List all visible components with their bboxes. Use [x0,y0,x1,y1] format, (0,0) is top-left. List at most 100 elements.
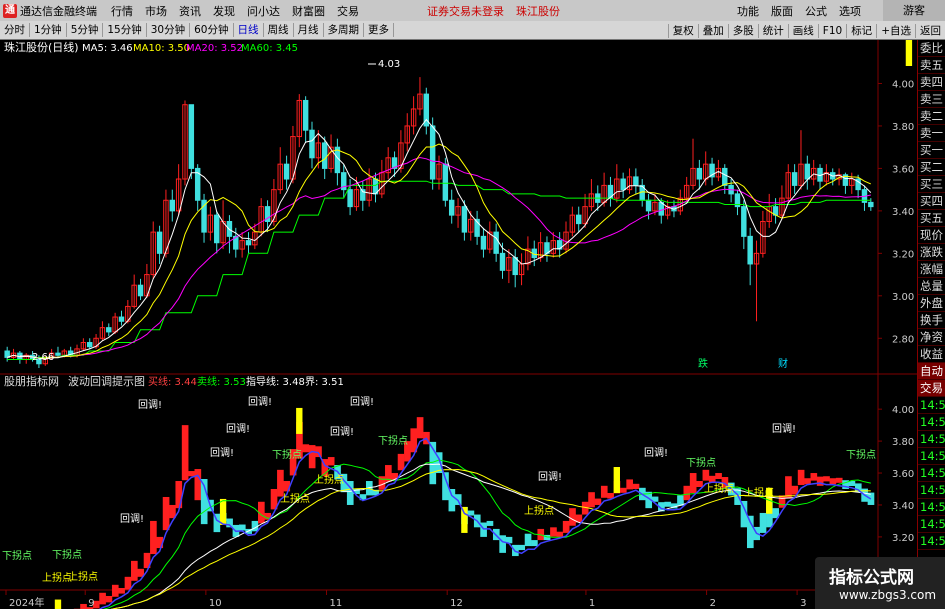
panel-change-pct[interactable]: 涨幅 [918,261,945,278]
callback-label: 回调! [226,423,250,435]
period-30min[interactable]: 30分钟 [147,23,191,37]
menu-trade[interactable]: 交易 [331,3,365,19]
main-ytick-label: 3.60 [892,164,914,175]
indicator-block [416,417,424,439]
site-watermark: 指标公式网 www.zbgs3.com [815,557,945,609]
panel-earnings[interactable]: 收益 [918,346,945,363]
indicator-block [816,476,824,486]
panel-bid4[interactable]: 买四 [918,193,945,210]
panel-turnover[interactable]: 换手 [918,312,945,329]
menu-quotes[interactable]: 行情 [105,3,139,19]
app-logo-icon: 通 [3,3,17,18]
panel-volume[interactable]: 总量 [918,278,945,295]
indicator-block [124,576,132,590]
event-marker-drop[interactable]: 跌 [698,357,708,370]
menu-market[interactable]: 市场 [139,3,173,19]
panel-bid1[interactable]: 买一 [918,142,945,159]
overlay-button[interactable]: 叠加 [697,23,728,38]
panel-time-9: 14:56 [918,533,945,550]
event-marker-finance[interactable]: 财 [778,357,788,370]
panel-ask4[interactable]: 卖四 [918,74,945,91]
panel-change[interactable]: 涨跌 [918,244,945,261]
high-price-label: 4.03 [378,59,400,70]
candle-body [722,167,728,186]
period-weekly[interactable]: 周线 [264,23,294,37]
mark-button[interactable]: 标记 [846,23,876,38]
adjust-button[interactable]: 复权 [667,23,698,38]
statistics-button[interactable]: 统计 [757,23,788,38]
candle-body [575,214,582,225]
draw-line-button[interactable]: 画线 [787,23,818,38]
indicator-block [550,527,557,537]
login-notice[interactable]: 证券交易未登录 [421,3,510,19]
panel-bid2[interactable]: 买二 [918,159,945,176]
menu-formula[interactable]: 公式 [799,3,833,19]
xtick-label: 9 [88,598,94,609]
signal-block [219,498,227,525]
menu-wealth[interactable]: 财富圈 [286,3,331,19]
indicator-block [588,492,595,508]
candle-body [55,352,61,356]
candle-body [106,327,112,333]
panel-outer[interactable]: 外盘 [918,295,945,312]
candle-body [347,189,353,208]
panel-bid3[interactable]: 买三 [918,176,945,193]
candle-body [868,201,874,208]
panel-bid5[interactable]: 买五 [918,210,945,227]
panel-ask3[interactable]: 卖三 [918,91,945,108]
guide-line [110,463,871,609]
callback-label: 回调! [772,423,796,435]
candle-body [302,99,309,131]
callback-label: 回调! [138,399,162,411]
panel-commission-ratio[interactable]: 委比 [918,40,945,57]
multi-stock-button[interactable]: 多股 [727,23,758,38]
guest-login-button[interactable]: 游客 [883,0,945,21]
panel-time-4: 14:56 [918,448,945,465]
indicator-block [810,473,818,481]
kline-chart-area[interactable]: 珠江股份(日线) MA5: 3.46 MA10: 3.50 MA20: 3.52… [0,40,917,609]
period-60min[interactable]: 60分钟 [190,23,234,37]
candle-body [633,176,639,186]
period-more[interactable]: 更多 [364,23,394,37]
period-5min[interactable]: 5分钟 [67,23,104,37]
indicator-signal-labels: 回调! 回调! 回调!回调!回调!回调!回调!回调!回调!回调!下拐点 下拐点下拐点下… [2,396,876,584]
indicator-block [80,603,87,609]
signal-block [613,467,620,494]
menu-discover[interactable]: 发现 [207,3,241,19]
period-15min[interactable]: 15分钟 [103,23,147,37]
menu-ask[interactable]: 问小达 [241,3,286,19]
menu-layout[interactable]: 版面 [765,3,799,19]
period-daily[interactable]: 日线 [234,23,264,37]
indicator-block [238,524,246,531]
period-monthly[interactable]: 月线 [294,23,324,37]
period-1min[interactable]: 1分钟 [30,23,67,37]
panel-ask1[interactable]: 卖一 [918,125,945,142]
indicator-block [499,535,506,553]
period-multi[interactable]: 多周期 [324,23,364,37]
panel-time-7: 14:56 [918,499,945,516]
up-turn-label: 上拐点 [704,482,734,495]
candle-body [696,167,703,180]
f10-button[interactable]: F10 [817,23,846,38]
panel-net-assets[interactable]: 净资 [918,329,945,346]
menu-options[interactable]: 选项 [833,3,867,19]
panel-trade-button[interactable]: 交易 [918,380,945,397]
indicator-block [188,471,195,477]
signal-block [905,40,913,66]
candle-body [804,163,811,180]
panel-ask5[interactable]: 卖五 [918,57,945,74]
menu-function[interactable]: 功能 [731,3,765,19]
period-intraday[interactable]: 分时 [0,23,30,37]
sell-line-label: 卖线: 3.53 [197,375,246,388]
panel-auto-button[interactable]: 自动 [918,363,945,380]
panel-price[interactable]: 现价 [918,227,945,244]
panel-ask2[interactable]: 卖二 [918,108,945,125]
indicator-block [797,469,805,486]
candle-body [309,129,315,159]
back-button[interactable]: 返回 [915,23,945,38]
indicator-block [175,481,183,509]
indicator-block [823,476,830,482]
add-watchlist-button[interactable]: +自选 [876,23,915,38]
menu-news[interactable]: 资讯 [173,3,207,19]
indicator-block [829,478,837,485]
